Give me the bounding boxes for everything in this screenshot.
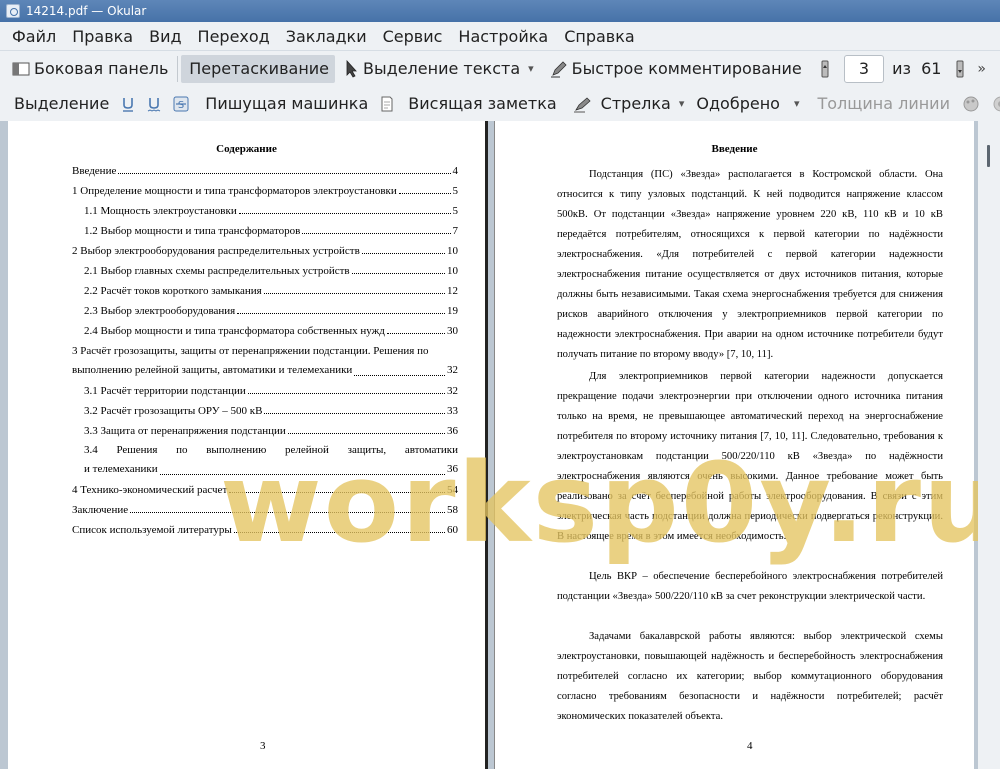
overflow-chevron-icon: » bbox=[977, 60, 986, 77]
toc-entry[interactable]: 2.3 Выбор электрооборудования 19 bbox=[84, 305, 458, 317]
chevron-down-icon: ▾ bbox=[678, 97, 685, 110]
next-page-icon bbox=[956, 60, 964, 77]
previous-page-button[interactable] bbox=[814, 55, 836, 83]
strikeout-icon: S bbox=[173, 96, 189, 111]
page-3: Содержание Введение 4 1 Определение мощно… bbox=[8, 121, 488, 769]
menu-tools[interactable]: Сервис bbox=[375, 27, 451, 46]
toc-entry[interactable]: Заключение 58 bbox=[72, 504, 458, 516]
toc-title: Содержание bbox=[216, 143, 277, 155]
menu-go[interactable]: Переход bbox=[190, 27, 278, 46]
intro-paragraph: Подстанция (ПС) «Звезда» располагается в… bbox=[557, 169, 943, 360]
inner-color-button[interactable] bbox=[986, 90, 1000, 118]
squiggle-button[interactable] bbox=[141, 90, 167, 118]
stamp-button[interactable]: Одобрено ▾ bbox=[690, 90, 805, 118]
toc-entry[interactable]: 2.2 Расчёт токов короткого замыкания 12 bbox=[84, 285, 458, 297]
inner-color-icon bbox=[993, 96, 1000, 111]
intro-paragraph: Задачами бакалаврской работы являются: в… bbox=[557, 631, 943, 722]
vertical-scrollbar[interactable] bbox=[978, 121, 1000, 769]
current-page-value: 3 bbox=[858, 59, 870, 78]
line-width-label: Толщина линии bbox=[817, 94, 950, 113]
toc-entry[interactable]: 3.3 Защита от перенапряжения подстанции 3… bbox=[84, 425, 458, 437]
toc-entry[interactable]: 3 Расчёт грозозащиты, защиты от перенапр… bbox=[72, 342, 458, 380]
strikeout-button[interactable]: S bbox=[167, 90, 195, 118]
next-page-button[interactable] bbox=[949, 55, 971, 83]
main-toolbar: Боковая панель Перетаскивание Выделение … bbox=[0, 51, 1000, 86]
hanging-note-button[interactable]: Висящая заметка bbox=[374, 90, 562, 118]
typewriter-button[interactable]: Пишущая машинка bbox=[199, 90, 374, 118]
intro-paragraph: Цель ВКР – обеспечение бесперебойного эл… bbox=[557, 571, 943, 602]
toc-entry[interactable]: 1.2 Выбор мощности и типа трансформаторо… bbox=[84, 225, 458, 237]
menu-edit[interactable]: Правка bbox=[64, 27, 141, 46]
squiggly-underline-icon bbox=[148, 97, 161, 112]
cursor-arrow-icon bbox=[346, 59, 357, 78]
drag-tool-label: Перетаскивание bbox=[189, 59, 330, 78]
toc-entry[interactable]: 1.1 Мощность электроустановки 5 bbox=[84, 205, 458, 217]
menu-help[interactable]: Справка bbox=[556, 27, 643, 46]
title-bar: 14214.pdf — Okular bbox=[0, 0, 1000, 22]
color-icon bbox=[963, 96, 979, 111]
stamp-label: Одобрено bbox=[696, 94, 780, 113]
typewriter-label: Пишущая машинка bbox=[205, 94, 369, 113]
toolbar-overflow-button[interactable]: » bbox=[971, 55, 992, 83]
page-number: 3 bbox=[260, 740, 266, 752]
sidebar-icon bbox=[12, 62, 30, 75]
toc-entry[interactable]: Список используемой литературы 60 bbox=[72, 524, 458, 536]
toc-entry[interactable]: 1 Определение мощности и типа трансформа… bbox=[72, 185, 458, 197]
note-icon bbox=[381, 96, 393, 111]
okular-app-icon bbox=[6, 4, 20, 18]
menu-bar: Файл Правка Вид Переход Закладки Сервис … bbox=[0, 22, 1000, 50]
hanging-note-label: Висящая заметка bbox=[408, 94, 557, 113]
menu-view[interactable]: Вид bbox=[141, 27, 189, 46]
scrollbar-thumb[interactable] bbox=[987, 145, 990, 167]
arrow-button[interactable]: Стрелка ▾ bbox=[567, 90, 691, 118]
toc-entry[interactable]: 3.1 Расчёт территории подстанции 32 bbox=[84, 385, 458, 397]
underline-icon bbox=[123, 97, 134, 112]
window-title: 14214.pdf — Okular bbox=[26, 4, 147, 18]
toolbar-separator bbox=[177, 55, 179, 82]
text-select-button[interactable]: Выделение текста ▾ bbox=[339, 55, 540, 83]
arrow-label: Стрелка bbox=[600, 94, 671, 113]
quick-comment-label: Быстрое комментирование bbox=[571, 59, 802, 78]
underline-button[interactable] bbox=[115, 90, 141, 118]
annotation-toolbar: Выделение S Пишущая машинка Висящая заме… bbox=[0, 86, 1000, 121]
page-4: Введение Подстанция (ПС) «Звезда» распол… bbox=[494, 121, 974, 769]
intro-paragraph: Для электроприемников первой категории н… bbox=[557, 371, 943, 542]
page-of-label: из bbox=[892, 59, 912, 78]
toc-entry[interactable]: 3.2 Расчёт грозозащиты ОРУ – 500 кВ 33 bbox=[84, 405, 458, 417]
page-number-input[interactable]: 3 bbox=[843, 54, 885, 83]
pen-icon bbox=[550, 60, 567, 77]
intro-title: Введение bbox=[711, 143, 758, 155]
svg-text:S: S bbox=[178, 100, 184, 111]
toc-entry[interactable]: 4 Технико-экономический расчет 54 bbox=[72, 484, 458, 496]
menu-bookmarks[interactable]: Закладки bbox=[278, 27, 375, 46]
total-pages-label: 61 bbox=[921, 59, 942, 78]
drag-tool-button[interactable]: Перетаскивание bbox=[181, 54, 336, 83]
previous-page-icon bbox=[821, 60, 829, 77]
toc-entry[interactable]: 2.1 Выбор главных схемы распределительны… bbox=[84, 265, 458, 277]
document-viewport[interactable]: Содержание Введение 4 1 Определение мощно… bbox=[0, 121, 1000, 769]
text-select-label: Выделение текста bbox=[363, 59, 521, 78]
menu-file[interactable]: Файл bbox=[4, 27, 64, 46]
brush-icon bbox=[573, 96, 591, 112]
toc-entry[interactable]: 3.4 Решения по выполнению релейной защит… bbox=[84, 441, 458, 479]
highlight-label: Выделение bbox=[14, 94, 110, 113]
highlight-button[interactable]: Выделение bbox=[8, 90, 115, 118]
color-button[interactable] bbox=[956, 90, 986, 118]
sidebar-button[interactable]: Боковая панель bbox=[6, 55, 174, 83]
chevron-down-icon: ▾ bbox=[528, 62, 534, 75]
sidebar-label: Боковая панель bbox=[34, 59, 169, 78]
quick-comment-button[interactable]: Быстрое комментирование bbox=[544, 55, 808, 83]
toc-entry[interactable]: Введение 4 bbox=[72, 165, 458, 177]
toc-entry[interactable]: 2 Выбор электрооборудования распределите… bbox=[72, 245, 458, 257]
line-width-button[interactable]: Толщина линии bbox=[811, 90, 956, 118]
toc-entry[interactable]: 2.4 Выбор мощности и типа трансформатора… bbox=[84, 325, 458, 337]
menu-settings[interactable]: Настройка bbox=[450, 27, 556, 46]
page-number: 4 bbox=[747, 740, 753, 752]
chevron-down-icon: ▾ bbox=[793, 97, 800, 110]
